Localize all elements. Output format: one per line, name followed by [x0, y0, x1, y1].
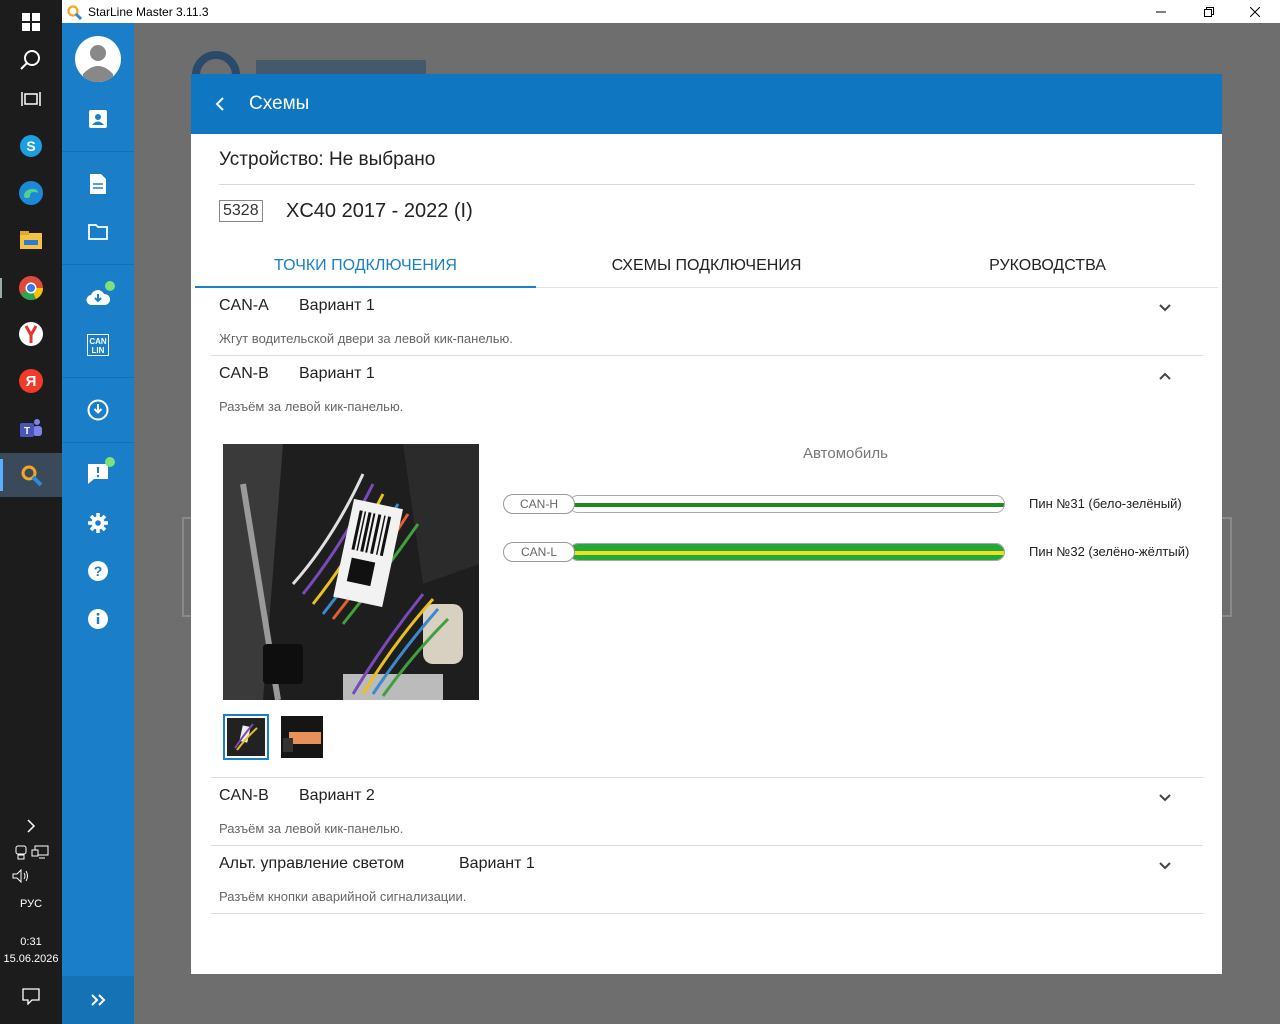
update-badge	[105, 281, 115, 291]
point-description: Разъём за левой кик-панелью.	[219, 399, 404, 414]
photo-thumbnail-selected[interactable]	[223, 714, 269, 760]
point-variant: Вариант 1	[459, 855, 535, 872]
chevron-down-icon[interactable]	[1157, 300, 1173, 316]
clock-time[interactable]: 0:31	[0, 934, 62, 950]
svg-text:Я: Я	[26, 373, 37, 390]
chevron-up-icon[interactable]	[1157, 368, 1173, 384]
yandex-browser-icon[interactable]	[0, 312, 62, 356]
contact-card-icon[interactable]	[62, 95, 134, 143]
firmware-download-icon[interactable]	[62, 386, 134, 434]
schemes-dialog: Схемы Устройство: Не выбрано 5328 XC40 2…	[191, 74, 1222, 974]
info-icon[interactable]	[62, 595, 134, 643]
device-status: Устройство: Не выбрано	[219, 149, 436, 170]
starline-app-icon	[67, 4, 82, 20]
help-icon[interactable]: ?	[62, 547, 134, 595]
edge-icon[interactable]	[0, 171, 62, 215]
restore-icon[interactable]	[1186, 0, 1232, 23]
model-name: XC40 2017 - 2022 (I)	[286, 200, 473, 222]
point-name: Альт. управление светом	[219, 855, 405, 872]
wire-can-l	[569, 543, 1005, 561]
connection-point-item[interactable]: Альт. управление светом Вариант 1 Разъём…	[211, 846, 1203, 914]
file-explorer-icon[interactable]	[0, 218, 62, 262]
clock-date[interactable]: 15.06.2026	[0, 951, 62, 967]
can-lin-icon[interactable]: CAN LIN	[62, 321, 134, 369]
point-description: Жгут водительской двери за левой кик-пан…	[219, 331, 513, 346]
point-description: Разъём кнопки аварийной сигнализации.	[219, 889, 467, 904]
chrome-icon[interactable]	[0, 266, 62, 310]
point-variant: Вариант 1	[299, 365, 375, 382]
windows-taskbar: S Я T РУС 0:31 15.06.2026	[0, 0, 62, 1024]
feedback-icon[interactable]	[62, 450, 134, 498]
wire-row: CAN-L Пин №32 (зелёно-жёлтый)	[503, 540, 1213, 564]
side-label: Автомобиль	[803, 445, 888, 462]
point-variant: Вариант 2	[299, 787, 375, 804]
point-variant: Вариант 1	[299, 297, 375, 314]
gear-icon[interactable]	[62, 499, 134, 547]
tab-bar: ТОЧКИ ПОДКЛЮЧЕНИЯ СХЕМЫ ПОДКЛЮЧЕНИЯ РУКО…	[195, 244, 1218, 288]
divider	[219, 184, 1195, 185]
volume-icon[interactable]	[0, 856, 62, 896]
feedback-badge	[105, 457, 115, 467]
dialog-header: Схемы	[191, 74, 1222, 134]
document-icon[interactable]	[62, 160, 134, 208]
connection-point-item[interactable]: CAN-A Вариант 1 Жгут водительской двери …	[211, 288, 1203, 356]
notifications-icon[interactable]	[0, 974, 62, 1018]
wire-row: CAN-H Пин №31 (бело-зелёный)	[503, 492, 1213, 516]
back-chevron-icon[interactable]	[191, 74, 249, 134]
app-title-bar: StarLine Master 3.11.3	[62, 0, 1280, 23]
folder-icon[interactable]	[62, 208, 134, 256]
cloud-download-icon[interactable]	[62, 273, 134, 321]
skype-icon[interactable]: S	[0, 124, 62, 168]
teams-icon[interactable]: T	[0, 407, 62, 451]
dialog-title: Схемы	[249, 93, 310, 114]
model-code-badge: 5328	[219, 200, 263, 222]
point-name: CAN-A	[219, 297, 269, 314]
input-language[interactable]: РУС	[0, 896, 62, 912]
pin-label: Пин №32 (зелёно-жёлтый)	[1029, 544, 1190, 559]
connector-photo[interactable]	[223, 444, 479, 700]
svg-text:S: S	[26, 138, 35, 154]
search-icon[interactable]	[0, 38, 62, 82]
wire-tag: CAN-L	[503, 542, 575, 562]
svg-text:LIN: LIN	[92, 346, 105, 355]
app-sidebar: CAN LIN ?	[62, 23, 134, 1024]
pin-label: Пин №31 (бело-зелёный)	[1029, 496, 1182, 511]
yandex-icon[interactable]: Я	[0, 359, 62, 403]
starline-master-taskbar-icon[interactable]	[0, 453, 62, 497]
user-avatar-icon[interactable]	[75, 36, 121, 82]
expand-sidebar-icon[interactable]	[62, 976, 134, 1024]
photo-thumbnail[interactable]	[281, 716, 323, 758]
minimize-icon[interactable]	[1138, 0, 1184, 23]
wire-tag: CAN-H	[503, 494, 575, 514]
window-title: StarLine Master 3.11.3	[88, 4, 209, 19]
svg-text:?: ?	[94, 563, 103, 579]
chevron-down-icon[interactable]	[1157, 790, 1173, 806]
svg-text:CAN: CAN	[89, 337, 107, 346]
tab-manuals[interactable]: РУКОВОДСТВА	[877, 244, 1218, 287]
point-name: CAN-B	[219, 365, 269, 382]
tab-connection-points[interactable]: ТОЧКИ ПОДКЛЮЧЕНИЯ	[195, 244, 536, 288]
wire-can-h	[569, 495, 1005, 513]
close-icon[interactable]	[1232, 0, 1278, 23]
tab-connection-schemes[interactable]: СХЕМЫ ПОДКЛЮЧЕНИЯ	[536, 244, 877, 287]
svg-text:T: T	[24, 426, 30, 437]
task-view-icon[interactable]	[0, 77, 62, 121]
point-name: CAN-B	[219, 787, 269, 804]
chevron-down-icon[interactable]	[1157, 858, 1173, 874]
point-description: Разъём за левой кик-панелью.	[219, 821, 404, 836]
connection-point-item[interactable]: CAN-B Вариант 2 Разъём за левой кик-пане…	[211, 778, 1203, 846]
